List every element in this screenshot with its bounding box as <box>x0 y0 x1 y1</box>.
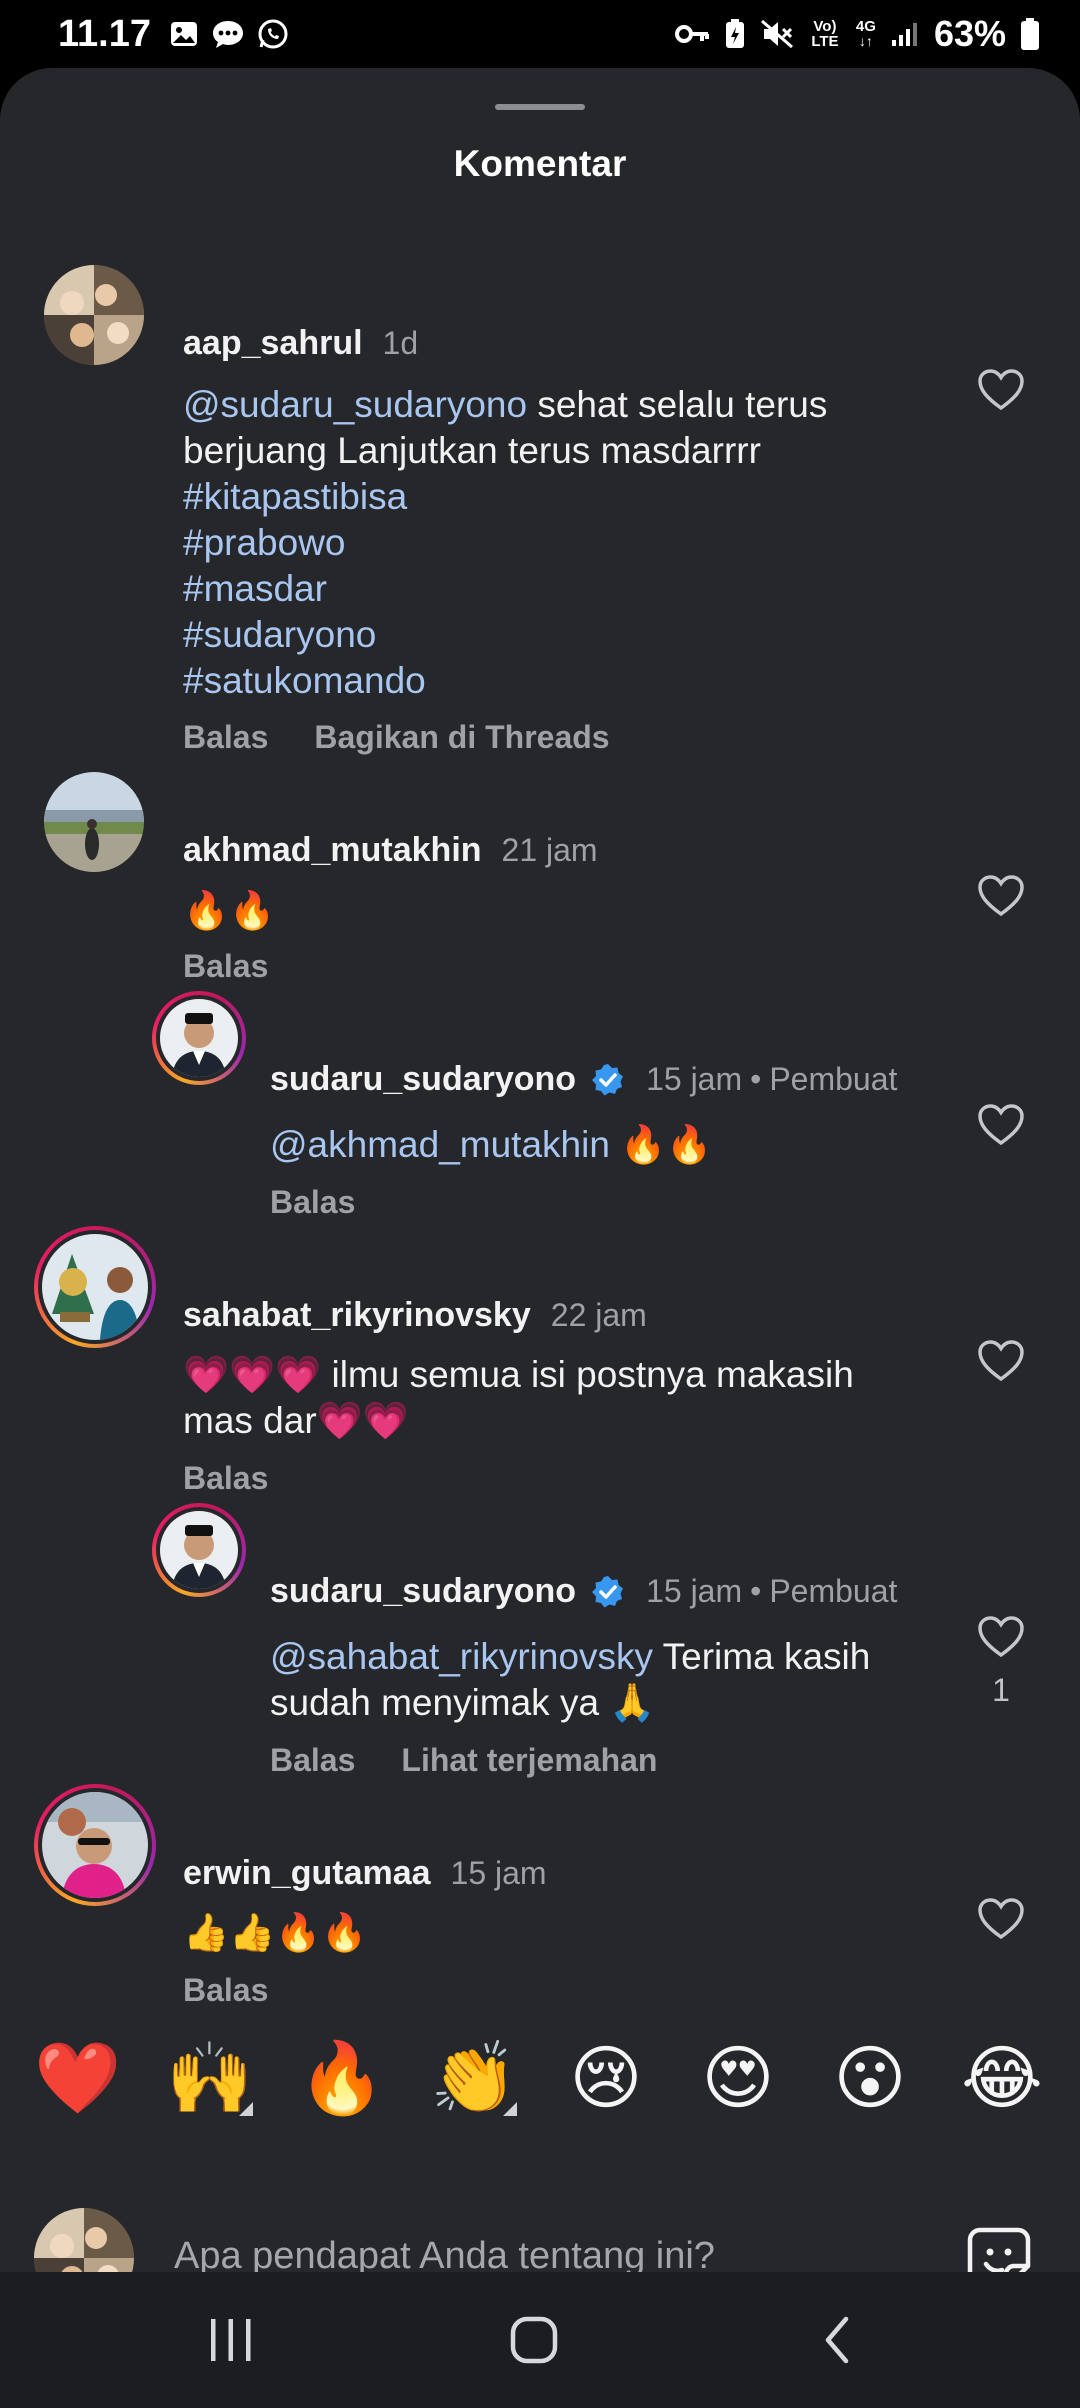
reaction-laughing-emoji[interactable]: 😂 <box>947 2038 1057 2118</box>
drag-handle[interactable] <box>495 104 585 110</box>
whatsapp-icon <box>257 18 289 50</box>
comments-sheet: Komentar aap_sahrul 1d @sudaru_sudaryono… <box>0 68 1080 2272</box>
see-translation-button[interactable]: Lihat terjemahan <box>401 1742 657 1779</box>
reaction-clap-emoji[interactable]: 👏 <box>419 2038 529 2118</box>
gallery-icon <box>169 19 199 49</box>
reply-button[interactable]: Balas <box>183 948 268 985</box>
comment-time: 15 jam <box>646 1573 743 1609</box>
verified-badge-icon <box>590 1574 626 1610</box>
status-notification-icons <box>169 18 289 50</box>
comment-username[interactable]: sahabat_rikyrinovsky <box>183 1296 531 1335</box>
reply-button[interactable]: Balas <box>183 719 268 756</box>
comment-time: 21 jam <box>501 832 598 868</box>
comment-time: 1d <box>382 325 419 361</box>
like-heart-icon[interactable] <box>977 1339 1025 1383</box>
hashtag[interactable]: #sudaryono <box>183 614 376 655</box>
like-heart-icon[interactable] <box>977 1897 1025 1941</box>
comment-text: 💗💗💗 ilmu semua isi postnya makasih mas d… <box>183 1354 854 1441</box>
hashtag[interactable]: #prabowo <box>183 522 346 563</box>
avatar[interactable] <box>44 772 144 872</box>
back-icon[interactable] <box>802 2312 872 2368</box>
comment-text: 🔥🔥 <box>183 890 276 931</box>
avatar[interactable] <box>34 1784 156 1906</box>
reaction-raised-hands-emoji[interactable]: 🙌 <box>155 2038 265 2118</box>
status-bar: 11.17 Vo) LTE 4G ↓↑ 63% <box>0 0 1080 68</box>
comment-username[interactable]: sudaru_sudaryono <box>270 1060 576 1099</box>
avatar[interactable] <box>152 991 246 1085</box>
comment-time: 15 jam <box>450 1855 547 1891</box>
like-heart-icon[interactable] <box>977 1615 1025 1659</box>
comment-username[interactable]: akhmad_mutakhin <box>183 831 482 870</box>
sheet-title: Komentar <box>453 143 627 184</box>
comment-mention[interactable]: @sudaru_sudaryono <box>183 384 527 425</box>
comment-input[interactable] <box>174 2228 934 2272</box>
reaction-heart-emoji[interactable]: ❤️ <box>23 2038 133 2118</box>
comment-mention[interactable]: @akhmad_mutakhin <box>270 1124 610 1165</box>
reply-button[interactable]: Balas <box>183 1972 268 2009</box>
volte-icon: Vo) LTE <box>811 18 839 50</box>
reply-button[interactable]: Balas <box>270 1742 355 1779</box>
vpn-key-icon <box>674 23 710 45</box>
status-system-icons: Vo) LTE 4G ↓↑ 63% <box>674 13 1040 55</box>
battery-icon <box>1020 17 1040 51</box>
like-count: 1 <box>992 1672 1010 1708</box>
comment-time: 15 jam <box>646 1061 743 1097</box>
creator-label: Pembuat <box>769 1573 898 1609</box>
battery-saver-icon <box>724 18 746 50</box>
comment-username[interactable]: sudaru_sudaryono <box>270 1572 576 1611</box>
avatar[interactable] <box>34 1226 156 1348</box>
comment-mention[interactable]: @sahabat_rikyrinovsky <box>270 1636 653 1677</box>
comment-text: @akhmad_mutakhin 🔥🔥 <box>270 1124 713 1165</box>
avatar[interactable] <box>44 265 144 365</box>
recent-apps-icon[interactable] <box>196 2312 266 2368</box>
comment-text: @sudaru_sudaryono sehat selalu terus ber… <box>183 384 828 701</box>
home-icon[interactable] <box>499 2312 569 2368</box>
comment-text: @sahabat_rikyrinovsky Terima kasih sudah… <box>270 1636 871 1723</box>
comment-username[interactable]: aap_sahrul <box>183 324 363 363</box>
current-user-avatar <box>34 2208 134 2272</box>
share-threads-button[interactable]: Bagikan di Threads <box>314 719 609 756</box>
reaction-heart-eyes-emoji[interactable]: 😍 <box>683 2038 793 2118</box>
reaction-fire-emoji[interactable]: 🔥 <box>287 2038 397 2118</box>
comment-time: 22 jam <box>550 1297 647 1333</box>
reply-button[interactable]: Balas <box>270 1184 355 1221</box>
hashtag[interactable]: #masdar <box>183 568 327 609</box>
status-time: 11.17 <box>58 12 151 55</box>
signal-icon <box>890 20 920 48</box>
comment-text: 👍👍🔥🔥 <box>183 1912 368 1953</box>
sticker-icon[interactable] <box>966 2226 1032 2272</box>
verified-badge-icon <box>590 1062 626 1098</box>
quick-reactions-bar: ❤️ 🙌 🔥 👏 😢 😍 😮 😂 <box>0 2018 1080 2138</box>
system-navigation-bar <box>0 2272 1080 2408</box>
mute-icon <box>760 19 794 49</box>
reaction-surprised-emoji[interactable]: 😮 <box>815 2038 925 2118</box>
creator-label: Pembuat <box>769 1061 898 1097</box>
comment-input-bar <box>0 2196 1080 2272</box>
like-heart-icon[interactable] <box>977 874 1025 918</box>
battery-percent: 63% <box>933 13 1006 54</box>
hashtag[interactable]: #kitapastibisa <box>183 476 407 517</box>
like-heart-icon[interactable] <box>977 1103 1025 1147</box>
like-heart-icon[interactable] <box>977 368 1025 412</box>
reply-button[interactable]: Balas <box>183 1460 268 1497</box>
comment-username[interactable]: erwin_gutamaa <box>183 1854 431 1893</box>
message-icon <box>211 19 245 49</box>
hashtag[interactable]: #satukomando <box>183 660 426 701</box>
4g-icon: 4G ↓↑ <box>855 18 876 49</box>
reaction-crying-emoji[interactable]: 😢 <box>551 2038 661 2118</box>
avatar[interactable] <box>152 1503 246 1597</box>
